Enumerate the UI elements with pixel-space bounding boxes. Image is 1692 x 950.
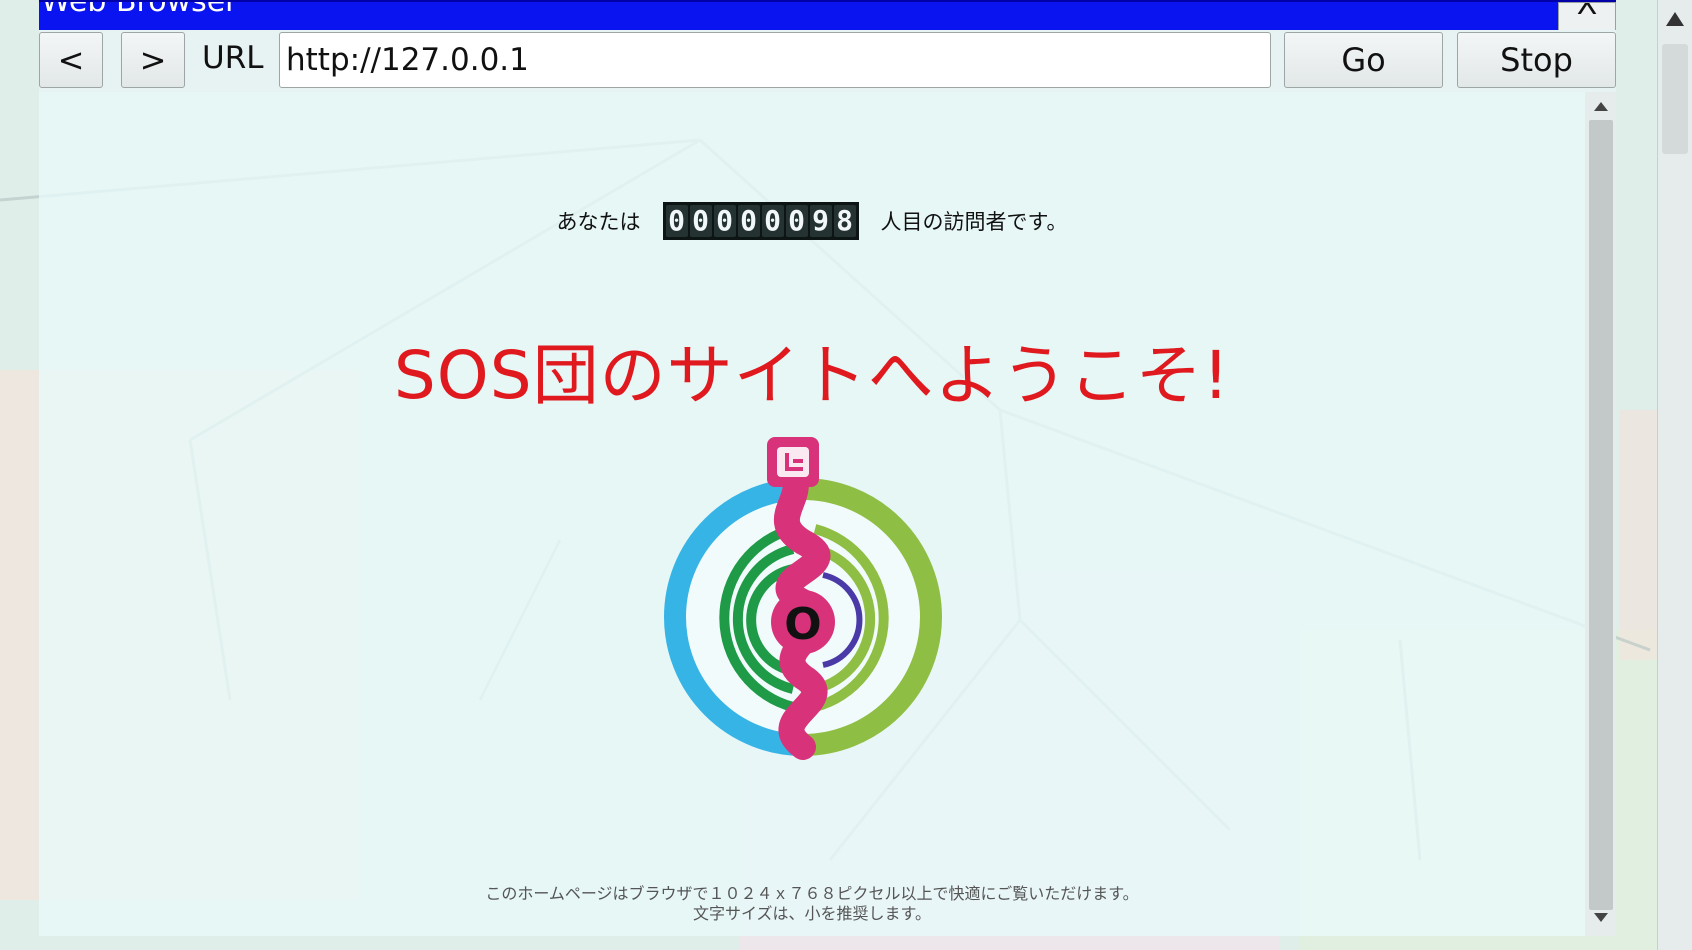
counter-digit: 0: [689, 205, 712, 237]
welcome-headline: SOS団のサイトへようこそ!: [393, 337, 1231, 414]
page-scrollbar-thumb[interactable]: [1589, 120, 1613, 910]
footer-line-resolution: このホームページはブラウザで１０２４ｘ７６８ピクセル以上で快適にご覧いただけます…: [485, 884, 1139, 903]
counter-digit: 8: [833, 205, 856, 237]
scroll-down-icon[interactable]: [1594, 913, 1608, 922]
counter-digit: 0: [665, 205, 688, 237]
counter-digit: 0: [713, 205, 736, 237]
counter-digit: 0: [761, 205, 784, 237]
sos-brigade-logo: O: [664, 437, 942, 760]
counter-digit: 9: [809, 205, 832, 237]
page-footer: このホームページはブラウザで１０２４ｘ７６８ピクセル以上で快適にご覧いただけます…: [39, 884, 1585, 924]
stop-button[interactable]: Stop: [1457, 32, 1616, 88]
counter-suffix: 人目の訪問者です。: [880, 210, 1068, 234]
counter-digit: 0: [785, 205, 808, 237]
visitor-counter-row: あなたは 00000098 人目の訪問者です。: [39, 202, 1585, 240]
title-bar[interactable]: Web Browser X: [39, 0, 1616, 30]
url-input[interactable]: http://127.0.0.1: [279, 32, 1271, 88]
window-title: Web Browser: [41, 0, 238, 19]
close-button[interactable]: X: [1558, 2, 1616, 30]
page-viewport[interactable]: あなたは 00000098 人目の訪問者です。 SOS団のサイトへようこそ! O…: [39, 92, 1585, 936]
visitor-counter: 00000098: [662, 202, 859, 240]
forward-button[interactable]: >: [121, 32, 185, 88]
outer-scrollbar-thumb[interactable]: [1662, 44, 1688, 154]
outer-scrollbar[interactable]: [1657, 0, 1692, 950]
counter-prefix: あなたは: [556, 210, 641, 234]
back-button[interactable]: <: [39, 32, 103, 88]
scroll-up-icon[interactable]: [1594, 102, 1608, 111]
scroll-up-arrow-icon[interactable]: [1666, 12, 1684, 26]
browser-toolbar: < > URL http://127.0.0.1 Go Stop: [39, 30, 1616, 92]
counter-digit: 0: [737, 205, 760, 237]
logo-letter: O: [784, 599, 821, 650]
url-label: URL: [202, 40, 264, 76]
browser-window: Web Browser X < > URL http://127.0.0.1 G…: [39, 0, 1616, 936]
page-scrollbar[interactable]: [1585, 92, 1616, 936]
footer-line-font-size: 文字サイズは、小を推奨します。: [693, 904, 931, 923]
go-button[interactable]: Go: [1284, 32, 1443, 88]
